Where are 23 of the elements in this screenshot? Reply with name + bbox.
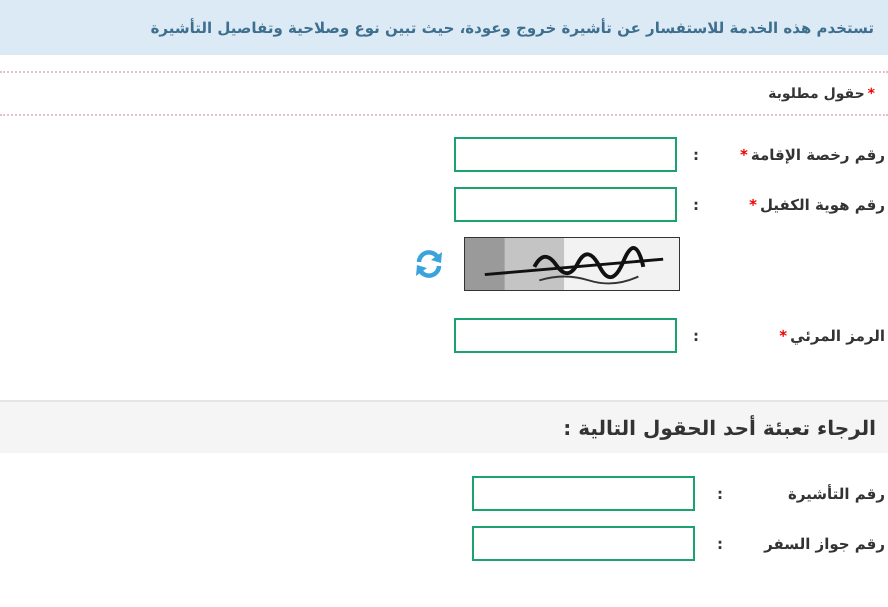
field-label: رقم هوية الكفيل bbox=[760, 196, 885, 214]
required-asterisk: * bbox=[740, 146, 748, 164]
required-note: حقول مطلوبة bbox=[768, 86, 865, 102]
colon: : bbox=[716, 534, 724, 552]
input-field[interactable] bbox=[472, 526, 695, 561]
required-asterisk: * bbox=[868, 86, 875, 102]
field-label: رقم رخصة الإقامة bbox=[750, 146, 885, 164]
input-field[interactable] bbox=[472, 476, 695, 511]
colon: : bbox=[716, 484, 724, 502]
required-asterisk: * bbox=[749, 196, 757, 214]
colon: : bbox=[692, 196, 700, 214]
required-asterisk: * bbox=[779, 326, 788, 344]
section-title: الرجاء تعبئة أحد الحقول التالية : bbox=[563, 416, 876, 440]
field-label: رقم جواز السفر bbox=[764, 534, 885, 552]
input-field[interactable] bbox=[454, 318, 677, 353]
input-field[interactable] bbox=[454, 137, 677, 172]
colon: : bbox=[692, 146, 700, 164]
field-label: رقم التأشيرة bbox=[788, 484, 885, 502]
banner-text: تستخدم هذه الخدمة للاستفسار عن تأشيرة خروج وعودة، حيث تبين نوع وصلاحية وتفاصيل التأشيرة bbox=[150, 18, 874, 36]
field-label: الرمز المرئي bbox=[790, 326, 885, 344]
input-field[interactable] bbox=[454, 187, 677, 222]
colon: : bbox=[692, 326, 700, 344]
refresh-icon[interactable] bbox=[414, 249, 444, 279]
